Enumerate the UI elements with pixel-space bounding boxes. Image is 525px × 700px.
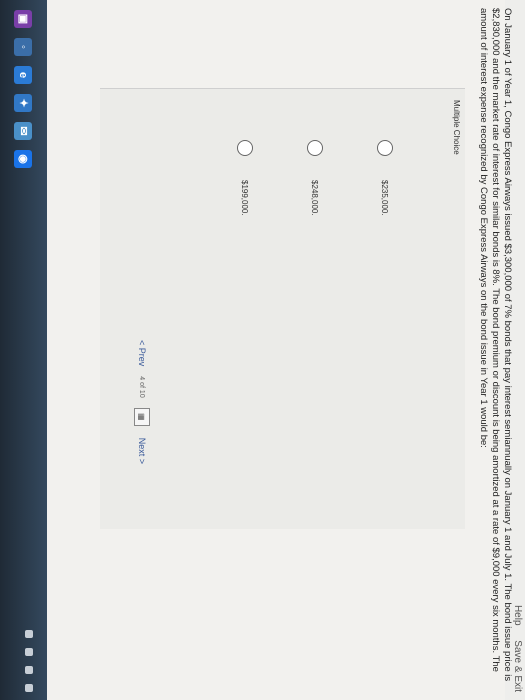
start-icon[interactable]: ▣ (14, 10, 33, 28)
mail-icon[interactable]: ✉ (14, 122, 33, 140)
answer-option-label: $199,000. (240, 180, 250, 216)
help-link[interactable]: Help (512, 605, 523, 626)
tray-icon[interactable] (25, 684, 33, 692)
store-icon[interactable]: ◦ (14, 38, 33, 56)
current-page: 4 (138, 376, 146, 381)
answer-option-label: $235,000. (380, 180, 390, 216)
browser-screen: Help Save & Exit On January 1 of Year 1,… (0, 0, 525, 700)
grid-icon[interactable]: ▦ (134, 407, 150, 426)
tray-icon[interactable] (25, 648, 33, 656)
multiple-choice-panel (100, 88, 465, 529)
radio-button[interactable] (377, 140, 393, 156)
radio-button[interactable] (237, 140, 253, 156)
edge-icon[interactable]: e (14, 66, 33, 84)
prev-button[interactable]: < Prev (137, 340, 147, 366)
question-text: On January 1 of Year 1, Congo Express Ai… (478, 8, 513, 682)
system-tray (25, 620, 33, 692)
answer-option-1[interactable]: $235,000. (373, 140, 397, 216)
answer-option-label: $248,000. (310, 180, 320, 216)
pager: < Prev 4 of 10 ▦ Next > (134, 340, 150, 464)
page-count: 4 of 10 (139, 376, 146, 397)
chrome-icon[interactable]: ◉ (14, 150, 33, 168)
taskbar: ▣ ◦ e ✦ ✉ ◉ (0, 0, 47, 700)
answer-option-3[interactable]: $199,000. (233, 140, 257, 216)
answer-option-2[interactable]: $248,000. (303, 140, 327, 216)
top-links: Help Save & Exit (512, 593, 523, 692)
tray-icon[interactable] (25, 630, 33, 638)
page-of: of (138, 382, 146, 388)
dropbox-icon[interactable]: ✦ (14, 94, 33, 112)
next-button[interactable]: Next > (137, 438, 147, 464)
save-exit-link[interactable]: Save & Exit (512, 640, 523, 692)
radio-button[interactable] (307, 140, 323, 156)
multiple-choice-title: Multiple Choice (452, 100, 461, 155)
total-pages: 10 (138, 389, 146, 398)
tray-icon[interactable] (25, 666, 33, 674)
